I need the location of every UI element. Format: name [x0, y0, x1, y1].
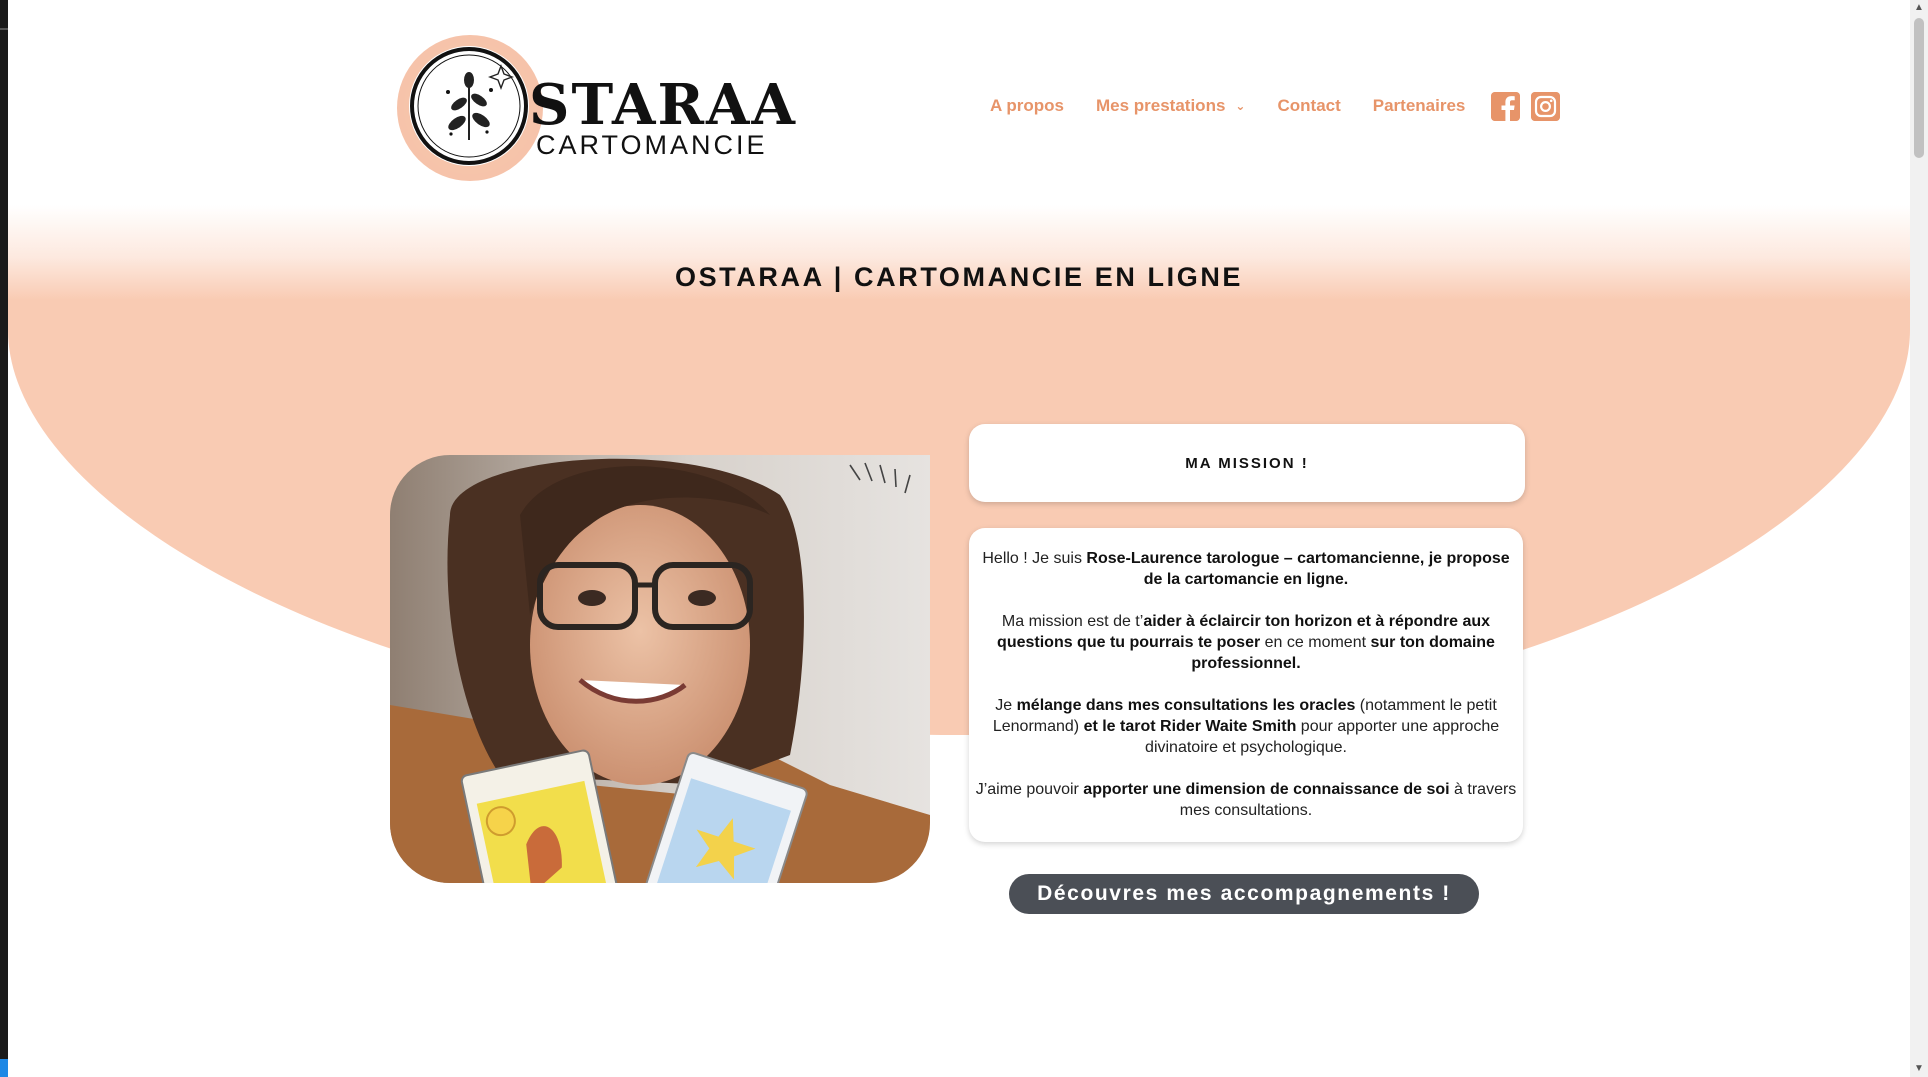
main-nav: A propos Mes prestations ⌄ Contact Parten… [990, 96, 1465, 116]
chevron-down-icon: ⌄ [1235, 99, 1246, 113]
mission-heading: MA MISSION ! [1185, 454, 1309, 472]
nav-item-partenaires[interactable]: Partenaires [1373, 96, 1466, 116]
facebook-icon[interactable] [1491, 92, 1520, 121]
mission-heading-card: MA MISSION ! [969, 424, 1525, 502]
logo-subtitle[interactable]: CARTOMANCIE [536, 130, 768, 161]
logo-wordmark[interactable]: STARAA [529, 72, 797, 138]
text-run: Je [995, 697, 1017, 714]
nav-item-a-propos[interactable]: A propos [990, 96, 1064, 116]
text-run: J’aime pouvoir [975, 781, 1084, 798]
nav-item-label: Mes prestations [1095, 96, 1226, 115]
mission-paragraph-4: J’aime pouvoir apporter une dimension de… [975, 779, 1517, 821]
text-run: Ma mission est de t’ [1001, 613, 1144, 630]
taskbar-indicator [0, 1059, 8, 1077]
page: STARAA CARTOMANCIE A propos Mes prestati… [8, 0, 1910, 1077]
window-edge-mark [0, 28, 8, 30]
scrollbar-thumb[interactable] [1914, 18, 1924, 158]
social-links [1491, 92, 1560, 121]
nav-item-mes-prestations[interactable]: Mes prestations ⌄ [1096, 96, 1246, 116]
mission-text-card: Hello ! Je suis Rose-Laurence tarologue … [969, 528, 1523, 842]
scroll-down-icon[interactable]: ▼ [1910, 1061, 1928, 1077]
instagram-icon[interactable] [1531, 92, 1560, 121]
hero-background [8, 205, 1910, 735]
text-run-bold: et le tarot Rider Waite Smith [1083, 718, 1297, 735]
scrollbar[interactable]: ▲ ▼ [1910, 0, 1928, 1077]
text-run: Hello ! Je suis [982, 550, 1087, 567]
mission-paragraph-3: Je mélange dans mes consultations les or… [975, 695, 1517, 758]
accompagnements-button[interactable]: Découvres mes accompagnements ! [1009, 874, 1479, 914]
portrait-photo [390, 455, 930, 883]
mission-paragraph-2: Ma mission est de t’aider à éclaircir to… [975, 611, 1517, 674]
text-run-bold: mélange dans mes consultations les oracl… [1016, 697, 1356, 714]
window-edge [0, 0, 8, 1077]
text-run: en ce moment [1260, 634, 1371, 651]
mission-paragraph-1: Hello ! Je suis Rose-Laurence tarologue … [975, 548, 1517, 590]
text-run-bold: apporter une dimension de connaissance d… [1083, 781, 1450, 798]
nav-item-contact[interactable]: Contact [1277, 96, 1340, 116]
page-title: OSTARAA | CARTOMANCIE EN LIGNE [674, 262, 1244, 293]
text-run-bold: Rose-Laurence tarologue – cartomancienne… [1086, 550, 1510, 588]
scroll-up-icon[interactable]: ▲ [1910, 0, 1928, 16]
